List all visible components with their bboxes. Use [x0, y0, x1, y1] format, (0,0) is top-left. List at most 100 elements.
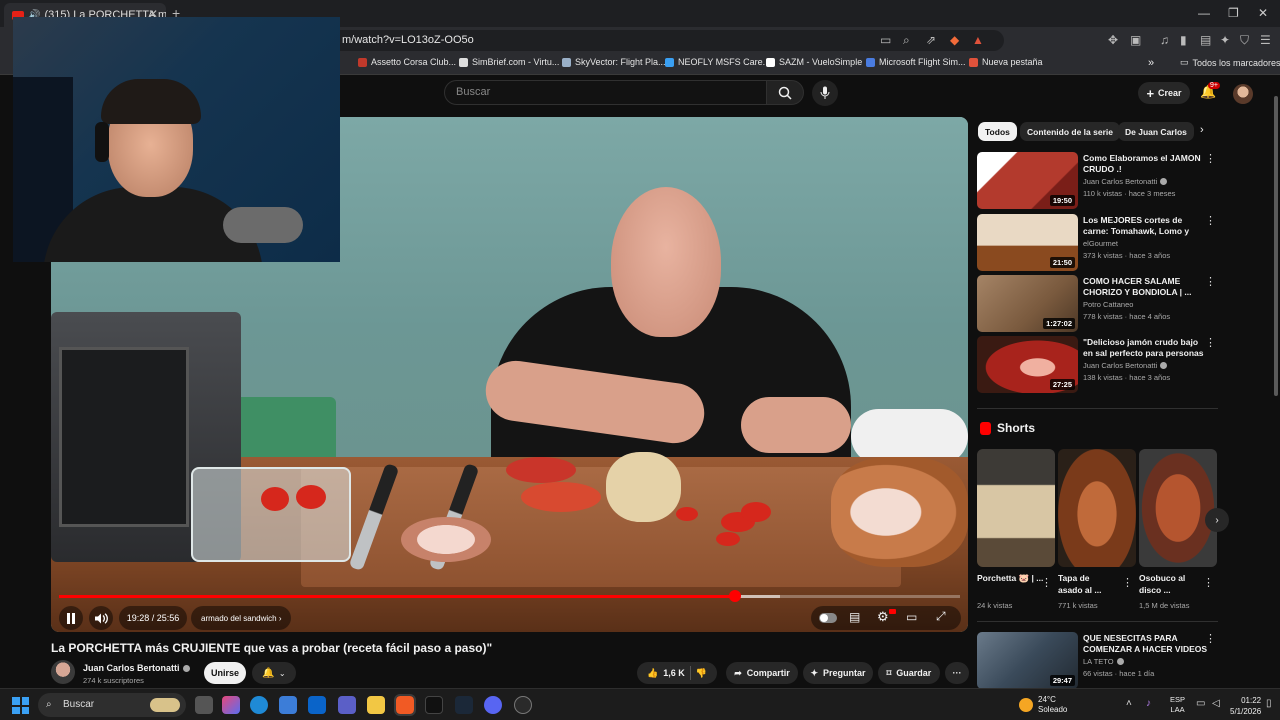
- create-button[interactable]: + Crear: [1138, 82, 1190, 104]
- sidebar-icon[interactable]: ▮: [1180, 33, 1187, 47]
- pause-button[interactable]: [59, 606, 83, 630]
- zoom-icon[interactable]: ⌕: [903, 33, 910, 48]
- outlook-icon[interactable]: [308, 696, 326, 714]
- maximize-button[interactable]: ❐: [1228, 6, 1239, 20]
- recommendation-item[interactable]: 19:50 Como Elaboramos el JAMON CRUDO .! …: [977, 152, 1222, 209]
- progress-scrubber[interactable]: [728, 590, 741, 602]
- wallet-icon[interactable]: ▤: [1200, 33, 1211, 47]
- autoplay-toggle[interactable]: [819, 613, 837, 623]
- more-vert-icon[interactable]: ⋮: [1205, 336, 1216, 349]
- recommendation-title[interactable]: QUE NESECITAS PARA COMENZAR A HACER VIDE…: [1083, 633, 1208, 655]
- chip-series[interactable]: Contenido de la serie: [1020, 122, 1120, 141]
- obs-icon[interactable]: [514, 696, 532, 714]
- short-thumbnail[interactable]: [977, 449, 1055, 567]
- media-icon[interactable]: ♫: [1160, 33, 1169, 47]
- brave-shield-icon[interactable]: ◆: [950, 33, 959, 47]
- chips-next-icon[interactable]: ›: [1200, 124, 1204, 136]
- taskbar-search[interactable]: ⌕ Buscar: [38, 693, 186, 717]
- language-indicator[interactable]: ESP LAA: [1170, 695, 1185, 715]
- all-bookmarks-button[interactable]: ▭ Todos los marcadores: [1180, 57, 1280, 68]
- short-title[interactable]: Tapa de asado al ...: [1058, 572, 1116, 596]
- recommendation-channel[interactable]: elGourmet: [1083, 239, 1118, 248]
- thumbs-down-icon[interactable]: 👎: [696, 668, 707, 679]
- bookmarks-overflow-button[interactable]: »: [1148, 57, 1154, 69]
- chapter-button[interactable]: armado del sandwich ›: [191, 606, 292, 630]
- search-button[interactable]: [766, 80, 804, 105]
- channel-name[interactable]: Juan Carlos Bertonatti: [83, 663, 190, 673]
- recommendation-item[interactable]: 1:27:02 COMO HACER SALAME CHORIZO Y BOND…: [977, 275, 1222, 332]
- recommendation-title[interactable]: COMO HACER SALAME CHORIZO Y BONDIOLA | .…: [1083, 276, 1208, 298]
- discord-icon[interactable]: [484, 696, 502, 714]
- progress-bar[interactable]: [59, 590, 960, 602]
- more-vert-icon[interactable]: ⋮: [1205, 275, 1216, 288]
- leo-icon[interactable]: ✦: [1220, 33, 1230, 47]
- short-title[interactable]: Osobuco al disco ...: [1139, 572, 1197, 596]
- recommendation-channel[interactable]: Potro Cattaneo: [1083, 300, 1133, 309]
- recommendation-title[interactable]: Como Elaboramos el JAMON CRUDO .!: [1083, 153, 1208, 175]
- more-vert-icon[interactable]: ⋮: [1205, 152, 1216, 165]
- vpn-icon[interactable]: ⛉: [1240, 33, 1249, 48]
- settings-gear-icon[interactable]: ⚙: [877, 609, 889, 625]
- recommendation-thumbnail[interactable]: 21:50: [977, 214, 1078, 271]
- teams-icon[interactable]: [338, 696, 356, 714]
- subtitles-icon[interactable]: ▤: [849, 610, 860, 624]
- shorts-next-button[interactable]: ›: [1205, 508, 1229, 532]
- recommendation-channel[interactable]: LA TETO: [1083, 657, 1124, 666]
- mute-button[interactable]: [89, 606, 113, 630]
- short-thumbnail[interactable]: [1139, 449, 1217, 567]
- like-button[interactable]: 👍 1,6 K: [647, 668, 685, 679]
- terminal-icon[interactable]: [425, 696, 443, 714]
- tray-overflow-icon[interactable]: ˄: [1126, 698, 1132, 709]
- recommendation-item[interactable]: 29:47 QUE NESECITAS PARA COMENZAR A HACE…: [977, 632, 1222, 689]
- minimize-button[interactable]: —: [1198, 6, 1210, 20]
- voice-search-button[interactable]: [812, 80, 838, 106]
- fullscreen-icon[interactable]: ⤢: [936, 609, 946, 624]
- recommendation-thumbnail[interactable]: 19:50: [977, 152, 1078, 209]
- more-vert-icon[interactable]: ⋮: [1205, 214, 1216, 227]
- store-icon[interactable]: [279, 696, 297, 714]
- account-avatar[interactable]: [1233, 84, 1253, 104]
- share-icon[interactable]: ⇗: [926, 33, 936, 47]
- bookmark-item[interactable]: Nueva pestaña: [969, 57, 1043, 67]
- more-vert-icon[interactable]: ⋮: [1041, 576, 1052, 589]
- miniplayer-icon[interactable]: ▭: [906, 610, 917, 624]
- channel-avatar[interactable]: [51, 660, 75, 684]
- recommendation-thumbnail[interactable]: 1:27:02: [977, 275, 1078, 332]
- page-scrollbar[interactable]: [1272, 76, 1280, 688]
- bookmark-item[interactable]: NEOFLY MSFS Care...: [665, 57, 770, 67]
- bookmark-item[interactable]: Microsoft Flight Sim...: [866, 57, 966, 67]
- recommendation-title[interactable]: Los MEJORES cortes de carne: Tomahawk, L…: [1083, 215, 1208, 237]
- more-vert-icon[interactable]: ⋮: [1122, 576, 1133, 589]
- screenshot-icon[interactable]: ▣: [1130, 33, 1141, 47]
- recommendation-thumbnail[interactable]: 29:47: [977, 632, 1078, 689]
- bookmark-item[interactable]: SkyVector: Flight Pla...: [562, 57, 666, 67]
- weather-widget[interactable]: 24°C Soleado: [1019, 695, 1067, 715]
- steam-icon[interactable]: [455, 696, 473, 714]
- recommendation-item[interactable]: 21:50 Los MEJORES cortes de carne: Tomah…: [977, 214, 1222, 271]
- share-button[interactable]: ➦ Compartir: [726, 662, 798, 684]
- chip-todos[interactable]: Todos: [978, 122, 1017, 141]
- recommendation-item[interactable]: 27:25 "Delicioso jamón crudo bajo en sal…: [977, 336, 1222, 393]
- scrollbar-thumb[interactable]: [1274, 96, 1278, 396]
- bookmark-item[interactable]: Assetto Corsa Club...: [358, 57, 456, 67]
- ask-button[interactable]: ✦ Preguntar: [803, 662, 873, 684]
- recommendation-title[interactable]: "Delicioso jamón crudo bajo en sal perfe…: [1083, 337, 1208, 359]
- recommendation-channel[interactable]: Juan Carlos Bertonatti: [1083, 177, 1168, 186]
- bookmark-item[interactable]: SimBrief.com - Virtu...: [459, 57, 559, 67]
- recommendation-channel[interactable]: Juan Carlos Bertonatti: [1083, 361, 1168, 370]
- more-vert-icon[interactable]: ⋮: [1203, 576, 1214, 589]
- more-actions-button[interactable]: ···: [945, 662, 969, 684]
- short-thumbnail[interactable]: [1058, 449, 1136, 567]
- edge-icon[interactable]: [250, 696, 268, 714]
- notifications-icon[interactable]: ▯: [1266, 698, 1272, 709]
- brave-rewards-icon[interactable]: ▲: [972, 33, 984, 47]
- close-window-button[interactable]: ✕: [1258, 6, 1268, 20]
- tray-app-icon[interactable]: ♪: [1146, 698, 1151, 709]
- brave-browser-icon[interactable]: [394, 694, 416, 716]
- menu-icon[interactable]: ☰: [1260, 33, 1271, 47]
- chip-channel[interactable]: De Juan Carlos: [1118, 122, 1194, 141]
- bookmark-item[interactable]: SAZM - VueloSimple: [766, 57, 862, 67]
- copilot-icon[interactable]: [222, 696, 240, 714]
- network-icon[interactable]: ▭: [1196, 698, 1205, 709]
- clock[interactable]: 01:22 5/1/2026: [1230, 695, 1261, 717]
